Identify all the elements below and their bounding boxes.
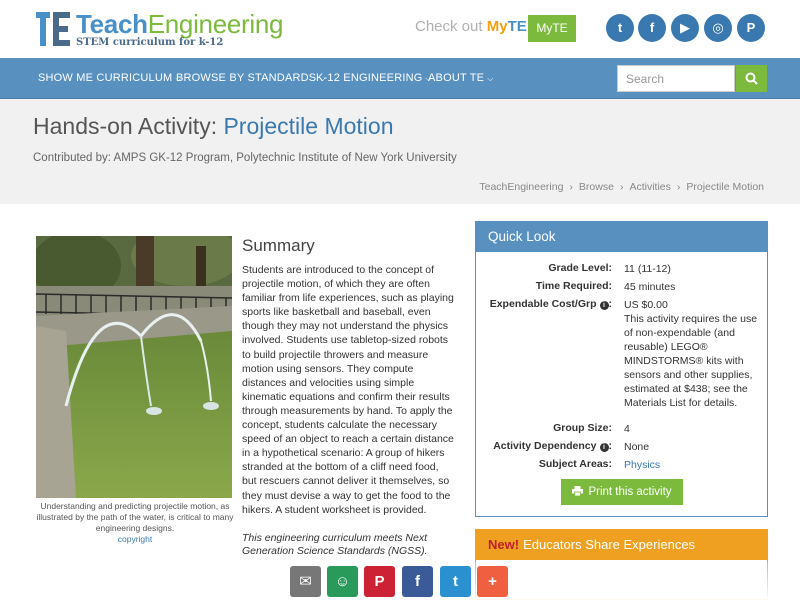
checkout-myte-text[interactable]: Check out MyTE xyxy=(415,18,527,35)
label-colon: : xyxy=(608,440,613,452)
logo-engineering: Engineering xyxy=(147,9,284,39)
share-bar-fade xyxy=(0,562,800,600)
nav-about-te[interactable]: ABOUT TE ⌵ xyxy=(428,72,493,84)
logo-wordmark: TeachEngineering xyxy=(76,9,284,40)
instagram-icon[interactable]: ◎ xyxy=(704,14,732,42)
email-share-icon[interactable]: ✉ xyxy=(290,566,321,597)
breadcrumb-activities[interactable]: Activities xyxy=(629,181,670,193)
page-title-name: Projectile Motion xyxy=(223,113,394,139)
expendable-cost-value: US $0.00 This activity requires the use … xyxy=(624,298,762,410)
expendable-cost-label: Expendable Cost/Grp i: xyxy=(476,298,612,310)
subject-physics-link[interactable]: Physics xyxy=(624,458,762,472)
quick-look-heading: Quick Look xyxy=(476,222,767,252)
info-icon[interactable]: i xyxy=(599,443,609,452)
checkout-my: My xyxy=(486,18,508,35)
more-share-icon[interactable]: + xyxy=(477,566,508,597)
twitter-share-icon[interactable]: t xyxy=(440,566,471,597)
site-logo[interactable]: TeachEngineering STEM curriculum for k-1… xyxy=(36,9,306,52)
time-required-label: Time Required: xyxy=(535,280,612,292)
breadcrumb-browse[interactable]: Browse xyxy=(579,181,614,193)
checkout-te: TE xyxy=(507,18,527,35)
print-activity-button[interactable]: Print this activity xyxy=(561,479,683,505)
group-size-value: 4 xyxy=(624,423,630,435)
activity-dependency-label: Activity Dependency i: xyxy=(476,440,612,452)
pinterest-share-icon[interactable]: P xyxy=(364,566,395,597)
grade-level-label: Grade Level: xyxy=(548,262,612,274)
logo-mark-icon xyxy=(36,12,70,46)
search-input[interactable] xyxy=(617,65,735,92)
main-nav: SHOW ME CURRICULUM ⌵ BROWSE BY STANDARDS ⌵… xyxy=(0,58,800,99)
facebook-icon[interactable]: f xyxy=(638,14,666,42)
nav-label: ABOUT TE xyxy=(428,72,485,84)
breadcrumb: TeachEngineering › Browse › Activities › Proje… xyxy=(479,181,764,193)
educators-share-title: Educators Share Experiences xyxy=(523,537,696,552)
image-caption: Understanding and predicting projectile … xyxy=(30,501,240,545)
search-icon xyxy=(745,72,758,85)
quick-look-panel: Quick Look Grade Level: 11 (11-12) Time … xyxy=(475,221,768,517)
twitter-icon[interactable]: t xyxy=(606,14,634,42)
printer-icon xyxy=(572,486,584,497)
nav-label: BROWSE BY STANDARDS xyxy=(176,72,317,84)
copyright-link[interactable]: copyright xyxy=(30,534,240,545)
summary-text: Students are introduced to the concept o… xyxy=(242,264,454,516)
nav-show-me-curriculum[interactable]: SHOW ME CURRICULUM ⌵ xyxy=(38,72,182,84)
ngss-note: This engineering curriculum meets Next G… xyxy=(242,532,428,557)
logo-teach: Teach xyxy=(76,9,148,39)
subject-areas-label: Subject Areas: xyxy=(538,458,612,470)
expendable-cost-label-text: Expendable Cost/Grp xyxy=(489,298,597,310)
logo-tagline: STEM curriculum for k-12 xyxy=(76,37,224,48)
print-activity-label: Print this activity xyxy=(588,486,672,498)
expendable-cost-amount: US $0.00 xyxy=(624,299,668,311)
breadcrumb-current: Projectile Motion xyxy=(686,181,764,193)
fountain-photo xyxy=(36,236,232,498)
nav-browse-by-standards[interactable]: BROWSE BY STANDARDS ⌵ xyxy=(176,72,326,84)
image-caption-text: Understanding and predicting projectile … xyxy=(36,501,234,533)
breadcrumb-separator: › xyxy=(676,181,681,193)
summary-heading: Summary xyxy=(242,236,315,255)
breadcrumb-teachengineering[interactable]: TeachEngineering xyxy=(479,181,563,193)
info-icon[interactable]: i xyxy=(599,301,609,310)
grade-level-value: 11 (11-12) xyxy=(624,263,671,275)
activity-dependency-value: None xyxy=(624,441,650,453)
label-colon: : xyxy=(608,298,613,310)
page-title-prefix: Hands-on Activity: xyxy=(33,113,224,139)
search-button[interactable] xyxy=(736,65,767,92)
new-badge: New! xyxy=(488,537,520,552)
expendable-cost-note: This activity requires the use of non-ex… xyxy=(624,313,758,409)
time-required-value: 45 minutes xyxy=(624,281,676,293)
activity-dependency-label-text: Activity Dependency xyxy=(493,440,597,452)
pinterest-icon[interactable]: P xyxy=(737,14,765,42)
classroom-share-icon[interactable]: ☺ xyxy=(327,566,358,597)
nav-label: K-12 ENGINEERING xyxy=(316,72,423,84)
page-title: Hands-on Activity: Projectile Motion xyxy=(33,113,394,140)
chevron-down-icon: ⌵ xyxy=(487,74,494,83)
nav-k12-engineering[interactable]: K-12 ENGINEERING ⌵ xyxy=(316,72,432,84)
fountain-photo-image xyxy=(36,236,232,498)
myte-button[interactable]: MyTE xyxy=(528,15,576,42)
educators-share-heading[interactable]: New! Educators Share Experiences xyxy=(476,530,767,560)
nav-label: SHOW ME CURRICULUM xyxy=(38,72,173,84)
breadcrumb-separator: › xyxy=(619,181,624,193)
facebook-share-icon[interactable]: f xyxy=(402,566,433,597)
checkout-prefix: Check out xyxy=(415,18,487,35)
group-size-label: Group Size: xyxy=(553,422,612,434)
breadcrumb-separator: › xyxy=(569,181,573,193)
contributor-line: Contributed by: AMPS GK-12 Program, Poly… xyxy=(33,152,457,164)
site-header: TeachEngineering STEM curriculum for k-1… xyxy=(0,0,800,58)
youtube-icon[interactable]: ▶ xyxy=(671,14,699,42)
